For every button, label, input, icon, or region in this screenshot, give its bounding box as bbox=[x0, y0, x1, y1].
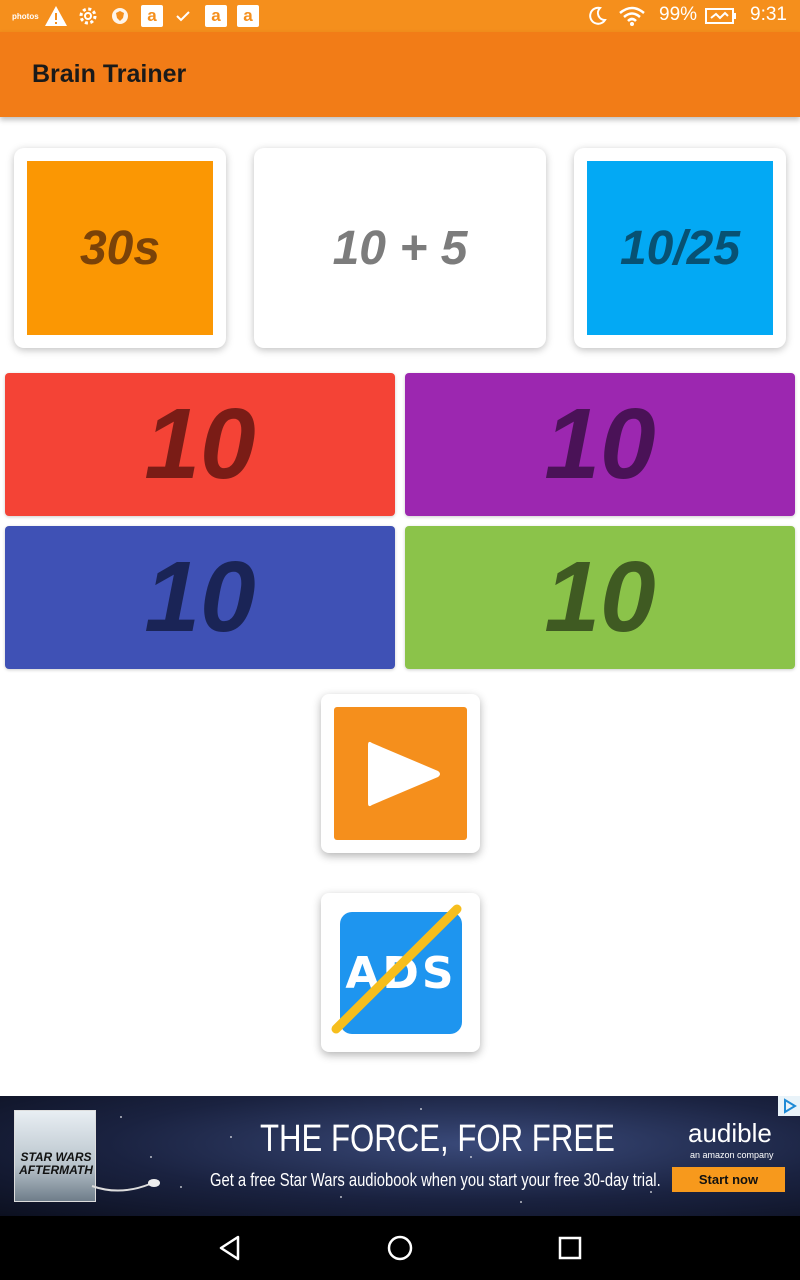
status-bar: photos a a a 99% 9:31 bbox=[0, 0, 800, 32]
audiobook-cover: STAR WARS AFTERMATH bbox=[14, 1110, 96, 1202]
answer-button-2[interactable]: 10 bbox=[405, 373, 795, 516]
question-card: 10 + 5 bbox=[254, 148, 546, 348]
answer-button-4[interactable]: 10 bbox=[405, 526, 795, 669]
earbuds-icon bbox=[91, 1179, 160, 1192]
play-button-face[interactable] bbox=[334, 707, 467, 840]
check-icon bbox=[173, 5, 193, 27]
adchoices-icon[interactable] bbox=[778, 1096, 800, 1116]
book-title: STAR WARS AFTERMATH bbox=[19, 1150, 93, 1177]
answer-button-3[interactable]: 10 bbox=[5, 526, 395, 669]
battery-percent: 99% bbox=[659, 4, 698, 25]
play-icon bbox=[368, 741, 440, 807]
remove-ads-button[interactable]: ADS bbox=[321, 893, 480, 1052]
gear-icon bbox=[77, 5, 99, 27]
score-card: 10/25 bbox=[574, 148, 786, 348]
timer-card: 30s bbox=[14, 148, 226, 348]
warning-icon bbox=[44, 5, 68, 27]
audible-logo: audible bbox=[688, 1118, 772, 1148]
banner-ad[interactable]: STAR WARS AFTERMATH THE FORCE, FOR FREE … bbox=[0, 1096, 800, 1216]
wifi-icon bbox=[618, 5, 646, 27]
strike-through-icon bbox=[331, 904, 462, 1034]
clock: 9:31 bbox=[750, 4, 787, 25]
shield-icon bbox=[110, 5, 130, 27]
play-button[interactable] bbox=[321, 694, 480, 853]
amazon-app-icon: a bbox=[141, 5, 163, 27]
navigation-bar bbox=[0, 1216, 800, 1280]
battery-icon bbox=[705, 5, 737, 27]
amazon-app-icon-3: a bbox=[237, 5, 259, 27]
app-bar: Brain Trainer bbox=[0, 32, 800, 117]
moon-icon bbox=[586, 5, 608, 27]
answer-button-1[interactable]: 10 bbox=[5, 373, 395, 516]
start-now-button[interactable]: Start now bbox=[672, 1167, 785, 1192]
ad-subline: Get a free Star Wars audiobook when you … bbox=[210, 1170, 661, 1190]
recents-icon[interactable] bbox=[554, 1232, 586, 1264]
back-icon[interactable] bbox=[214, 1232, 246, 1264]
score-display: 10/25 bbox=[587, 161, 773, 335]
amazon-app-icon-2: a bbox=[205, 5, 227, 27]
photos-notification-icon: photos bbox=[12, 11, 39, 21]
ad-headline: THE FORCE, FOR FREE bbox=[260, 1118, 615, 1160]
app-title: Brain Trainer bbox=[32, 60, 187, 88]
home-icon[interactable] bbox=[384, 1232, 416, 1264]
timer-display: 30s bbox=[27, 161, 213, 335]
audible-tagline: an amazon company bbox=[690, 1150, 774, 1160]
question-display: 10 + 5 bbox=[332, 221, 468, 275]
